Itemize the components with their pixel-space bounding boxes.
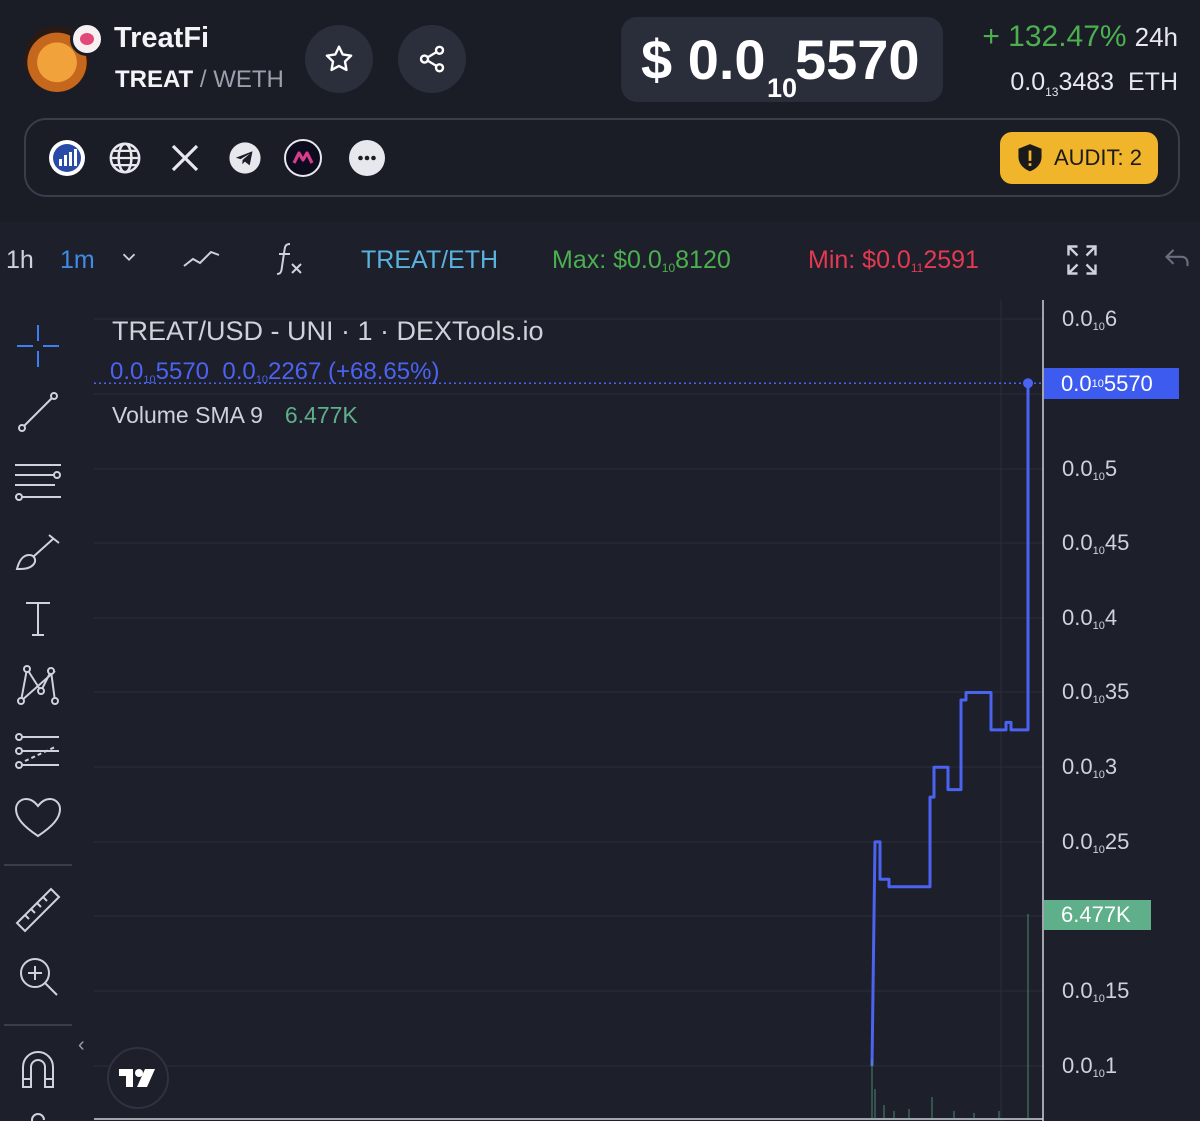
trend-line-tool[interactable]	[12, 386, 64, 438]
price-digits: 5570	[795, 28, 920, 91]
audit-label: AUDIT: 2	[1053, 145, 1143, 170]
magnet-tool[interactable]	[12, 1044, 64, 1096]
measure-tool[interactable]	[12, 884, 64, 936]
token-name: TreatFi	[114, 22, 210, 54]
chart-legend-values: 0.0105570 0.0102267 (+68.65%)	[110, 358, 440, 386]
line-chart-icon	[183, 250, 220, 267]
min-price: Min: $0.0112591	[808, 246, 979, 275]
fib-retracement-icon	[15, 464, 61, 501]
text-icon	[26, 602, 50, 636]
star-icon	[325, 45, 353, 72]
prediction-tool[interactable]	[12, 726, 64, 778]
tools-divider	[4, 1024, 72, 1026]
price-line	[870, 383, 1030, 1067]
drawing-tools-panel	[0, 298, 76, 1121]
change-period: 24h	[1134, 22, 1178, 52]
volume-value: 6.477K	[284, 402, 358, 428]
chart-toolbar: 1h 1m TREAT/ETH Max: $0.0108120 Min: $0.…	[0, 222, 1200, 298]
telegram-icon[interactable]	[226, 139, 264, 177]
compare-pair-label[interactable]: TREAT/ETH	[361, 246, 498, 275]
undo-icon	[1165, 249, 1189, 267]
pair-base: TREAT	[115, 66, 194, 93]
fullscreen-button[interactable]	[1064, 242, 1100, 285]
chart-legend-title: TREAT/USD - UNI · 1 · DEXTools.io	[112, 316, 544, 346]
eth-price: 0.0133483 ETH	[1010, 68, 1178, 99]
brush-icon	[15, 534, 60, 571]
indicators-button[interactable]	[272, 240, 306, 285]
trend-line-icon	[18, 392, 58, 432]
zoom-in-icon	[20, 958, 58, 996]
magnet-icon	[22, 1051, 54, 1088]
chain-badge-icon	[70, 22, 104, 56]
token-header: TreatFi TREAT / WETH $ 0.0 10 5570 + 132…	[0, 0, 1200, 222]
price-axis-label: 0.01015	[1062, 978, 1130, 1005]
price-prefix: $ 0.0	[641, 28, 766, 91]
volume-label: Volume SMA 9	[112, 402, 263, 428]
ruler-icon	[15, 887, 61, 933]
last-price-tag: 0.0 10 5570	[1044, 368, 1179, 399]
price-change: + 132.47% 24h	[982, 20, 1178, 54]
price-display: $ 0.0 10 5570	[621, 17, 943, 103]
chevron-down-icon	[122, 253, 136, 262]
text-tool[interactable]	[12, 592, 64, 644]
zoom-tool[interactable]	[12, 950, 64, 1002]
crosshair-icon	[17, 325, 59, 367]
globe-icon[interactable]	[106, 139, 144, 177]
max-price: Max: $0.0108120	[552, 246, 731, 275]
price-axis-label: 0.0106	[1062, 306, 1118, 333]
chart-logo-icon[interactable]	[48, 139, 86, 177]
lock-tool[interactable]	[12, 1104, 64, 1121]
volume-legend: Volume SMA 9 6.477K	[112, 402, 358, 429]
price-axis-label: 0.01045	[1062, 530, 1130, 557]
interval-1m[interactable]: 1m	[60, 246, 95, 275]
prediction-icon	[15, 733, 59, 769]
share-icon	[419, 45, 445, 73]
price-zero-count: 10	[767, 73, 798, 103]
interval-1h[interactable]: 1h	[6, 246, 34, 275]
favorites-tool[interactable]	[12, 792, 64, 844]
price-axis-label: 0.01035	[1062, 679, 1130, 706]
price-axis-label: 0.0103	[1062, 754, 1118, 781]
collapse-tools-icon[interactable]: ‹	[78, 1034, 85, 1057]
social-links-bar: AUDIT: 2	[24, 118, 1180, 197]
volume-tag: 6.477K	[1044, 900, 1151, 930]
price-axis-label: 0.0105	[1062, 456, 1118, 483]
pattern-tool[interactable]	[12, 658, 64, 710]
heart-icon	[14, 797, 62, 838]
more-icon[interactable]	[348, 139, 386, 177]
last-price-dot	[1023, 378, 1033, 389]
price-axis-label: 0.0101	[1062, 1053, 1118, 1080]
eth-unit: ETH	[1128, 68, 1178, 96]
tools-divider	[4, 864, 72, 866]
chart-type-button[interactable]	[182, 244, 222, 279]
shield-alert-icon	[1018, 144, 1042, 172]
brush-tool[interactable]	[12, 526, 64, 578]
function-icon	[276, 243, 302, 275]
interval-dropdown[interactable]	[118, 246, 140, 275]
pair-quote: WETH	[213, 66, 284, 93]
x-icon[interactable]	[166, 139, 204, 177]
pair-separator: /	[199, 66, 207, 93]
fib-tool[interactable]	[12, 456, 64, 508]
crosshair-tool[interactable]	[12, 320, 64, 372]
dextools-icon[interactable]	[284, 139, 322, 177]
audit-button[interactable]: AUDIT: 2	[1000, 132, 1158, 184]
lock-icon	[31, 1113, 45, 1121]
price-axis-label: 0.01025	[1062, 829, 1130, 856]
change-percent: + 132.47%	[982, 20, 1127, 53]
expand-icon	[1067, 245, 1097, 275]
token-pair: TREAT / WETH	[115, 66, 284, 94]
tradingview-logo-icon[interactable]	[107, 1047, 169, 1109]
share-button[interactable]	[398, 25, 466, 93]
favorite-button[interactable]	[305, 25, 373, 93]
undo-button[interactable]	[1162, 244, 1192, 279]
pattern-icon	[17, 665, 59, 705]
price-axis-label: 0.0104	[1062, 605, 1118, 632]
